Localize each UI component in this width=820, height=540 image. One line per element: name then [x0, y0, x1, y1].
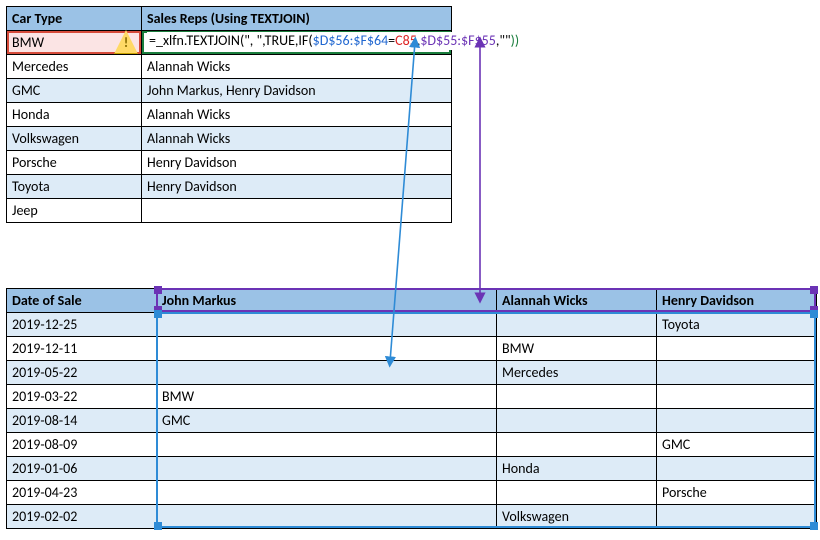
cell-sales-reps[interactable] [142, 199, 452, 223]
cell-sales-reps[interactable]: John Markus, Henry Davidson [142, 79, 452, 103]
cell-sales-reps[interactable]: Henry Davidson [142, 151, 452, 175]
col-header-henry[interactable]: Henry Davidson [657, 289, 817, 313]
formula-part: = [149, 32, 156, 49]
table-row: Porsche Henry Davidson [7, 151, 452, 175]
cell-date[interactable]: 2019-02-02 [7, 505, 157, 529]
table-row: Mercedes Alannah Wicks [7, 55, 452, 79]
cell-date[interactable]: 2019-03-22 [7, 385, 157, 409]
cell-date[interactable]: 2019-12-25 [7, 313, 157, 337]
cell-hd[interactable] [657, 505, 817, 529]
cell-aw[interactable] [497, 385, 657, 409]
cell-jm[interactable]: BMW [157, 385, 497, 409]
formula-overflow-text[interactable]: =_xlfn.TEXTJOIN(", ",TRUE,IF($D$56:$F$64… [147, 32, 521, 50]
formula-part: ,"" [496, 32, 511, 49]
col-header-john[interactable]: John Markus [157, 289, 497, 313]
cell-hd[interactable] [657, 337, 817, 361]
cell-aw[interactable] [497, 313, 657, 337]
formula-ref-purple: $D$55:$F$55 [420, 32, 496, 49]
cell-sales-reps[interactable]: Alannah Wicks [142, 127, 452, 151]
cell-aw[interactable] [497, 409, 657, 433]
cell-jm[interactable] [157, 481, 497, 505]
table-row: 2019-12-25 Toyota [7, 313, 817, 337]
cell-car-type[interactable]: Volkswagen [7, 127, 142, 151]
table-row: Jeep [7, 199, 452, 223]
table-row: Honda Alannah Wicks [7, 103, 452, 127]
cell-jm[interactable] [157, 457, 497, 481]
cell-date[interactable]: 2019-05-22 [7, 361, 157, 385]
cell-hd[interactable] [657, 361, 817, 385]
cell-sales-reps[interactable]: Henry Davidson [142, 175, 452, 199]
cell-hd[interactable] [657, 409, 817, 433]
formula-ref-blue: $D$56:$F$64 [313, 32, 389, 49]
formula-part: )) [511, 32, 520, 49]
cell-car-type[interactable]: GMC [7, 79, 142, 103]
sales-table[interactable]: Date of Sale John Markus Alannah Wicks H… [6, 288, 817, 529]
cell-hd[interactable]: Porsche [657, 481, 817, 505]
cell-date[interactable]: 2019-12-11 [7, 337, 157, 361]
cell-jm[interactable]: GMC [157, 409, 497, 433]
cell-jm[interactable] [157, 337, 497, 361]
table-row: 2019-08-09 GMC [7, 433, 817, 457]
cell-aw[interactable]: Honda [497, 457, 657, 481]
col-header-sales-reps[interactable]: Sales Reps (Using TEXTJOIN) [142, 7, 452, 31]
cell-aw[interactable]: BMW [497, 337, 657, 361]
table-row: 2019-08-14 GMC [7, 409, 817, 433]
table-row: Toyota Henry Davidson [7, 175, 452, 199]
summary-table-container: Car Type Sales Reps (Using TEXTJOIN) BMW… [6, 6, 820, 223]
cell-jm[interactable] [157, 505, 497, 529]
cell-aw[interactable] [497, 481, 657, 505]
col-header-car-type[interactable]: Car Type [7, 7, 142, 31]
cell-aw[interactable]: Mercedes [497, 361, 657, 385]
table-row: 2019-04-23 Porsche [7, 481, 817, 505]
cell-date[interactable]: 2019-01-06 [7, 457, 157, 481]
cell-hd[interactable]: Toyota [657, 313, 817, 337]
formula-ref-red: C85 [395, 32, 417, 49]
cell-car-type[interactable]: Honda [7, 103, 142, 127]
cell-date[interactable]: 2019-04-23 [7, 481, 157, 505]
cell-hd[interactable]: GMC [657, 433, 817, 457]
cell-aw[interactable] [497, 433, 657, 457]
cell-jm[interactable] [157, 361, 497, 385]
table-row: 2019-05-22 Mercedes [7, 361, 817, 385]
cell-car-type[interactable]: Porsche [7, 151, 142, 175]
cell-car-type[interactable]: Jeep [7, 199, 142, 223]
cell-date[interactable]: 2019-08-09 [7, 433, 157, 457]
cell-date[interactable]: 2019-08-14 [7, 409, 157, 433]
cell-jm[interactable] [157, 433, 497, 457]
cell-hd[interactable] [657, 457, 817, 481]
cell-aw[interactable]: Volkswagen [497, 505, 657, 529]
cell-car-type[interactable]: Toyota [7, 175, 142, 199]
table-row: GMC John Markus, Henry Davidson [7, 79, 452, 103]
col-header-alannah[interactable]: Alannah Wicks [497, 289, 657, 313]
formula-part: _xlfn.TEXTJOIN(", ",TRUE,IF( [156, 32, 313, 49]
table-header-row: Date of Sale John Markus Alannah Wicks H… [7, 289, 817, 313]
sales-table-container: Date of Sale John Markus Alannah Wicks H… [6, 288, 820, 529]
table-row: 2019-01-06 Honda [7, 457, 817, 481]
table-row: 2019-02-02 Volkswagen [7, 505, 817, 529]
cell-jm[interactable] [157, 313, 497, 337]
table-row: Volkswagen Alannah Wicks [7, 127, 452, 151]
cell-sales-reps[interactable]: Alannah Wicks [142, 103, 452, 127]
col-header-date[interactable]: Date of Sale [7, 289, 157, 313]
cell-sales-reps[interactable]: Alannah Wicks [142, 55, 452, 79]
table-header-row: Car Type Sales Reps (Using TEXTJOIN) [7, 7, 452, 31]
cell-hd[interactable] [657, 385, 817, 409]
table-row: 2019-03-22 BMW [7, 385, 817, 409]
cell-car-type[interactable]: Mercedes [7, 55, 142, 79]
table-row: 2019-12-11 BMW [7, 337, 817, 361]
